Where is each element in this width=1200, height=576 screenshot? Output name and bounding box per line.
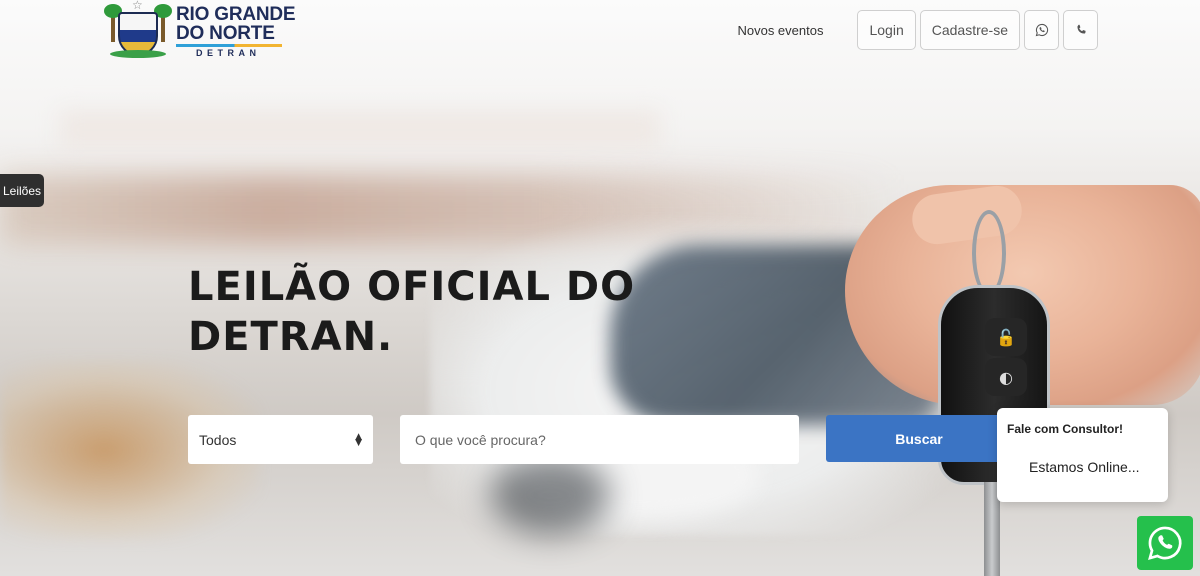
category-select[interactable]: Todos ▲ ▼ xyxy=(188,415,373,464)
chat-title: Fale com Consultor! xyxy=(1007,422,1124,436)
chat-widget[interactable]: Fale com Consultor! Estamos Online... xyxy=(997,408,1168,502)
login-button[interactable]: Login xyxy=(857,10,916,50)
phone-contact-button[interactable] xyxy=(1063,10,1098,50)
chat-status: Estamos Online... xyxy=(1029,459,1140,475)
state-crest-icon: ☆ xyxy=(104,0,172,60)
whatsapp-icon xyxy=(1148,526,1182,560)
select-arrows-icon: ▲ ▼ xyxy=(355,431,362,448)
key-light-icon: ◐ xyxy=(985,358,1027,396)
search-button[interactable]: Buscar xyxy=(826,415,1012,462)
search-input[interactable] xyxy=(400,415,799,464)
key-unlock-icon: 🔓 xyxy=(985,318,1027,356)
auctions-side-tab-label: Leilões xyxy=(2,183,41,198)
signup-button[interactable]: Cadastre-se xyxy=(919,10,1020,50)
phone-icon xyxy=(1076,24,1086,34)
search-bar: Todos ▲▼ Buscar xyxy=(188,415,1012,464)
logo-text: RIO GRANDE DO NORTE DETRAN xyxy=(176,4,296,58)
detran-logo[interactable]: ☆ RIO GRANDE DO NORTE DETRAN xyxy=(104,0,296,60)
top-nav: Novos eventos Login Cadastre-se xyxy=(737,10,1098,50)
auctions-side-tab[interactable]: Leilões xyxy=(0,174,44,207)
category-select-value: Todos xyxy=(199,431,237,448)
logo-color-bar xyxy=(176,44,282,47)
new-events-link[interactable]: Novos eventos xyxy=(737,23,823,38)
logo-line-1: RIO GRANDE xyxy=(176,4,296,25)
page-title: LEILÃO OFICIAL DO DETRAN. xyxy=(188,264,636,360)
whatsapp-contact-button[interactable] xyxy=(1024,10,1059,50)
whatsapp-icon xyxy=(1035,23,1048,37)
logo-line-3: DETRAN xyxy=(196,48,261,58)
key-ring-image xyxy=(972,210,1006,296)
logo-line-2: DO NORTE xyxy=(176,23,275,44)
whatsapp-chat-button[interactable] xyxy=(1137,516,1193,570)
